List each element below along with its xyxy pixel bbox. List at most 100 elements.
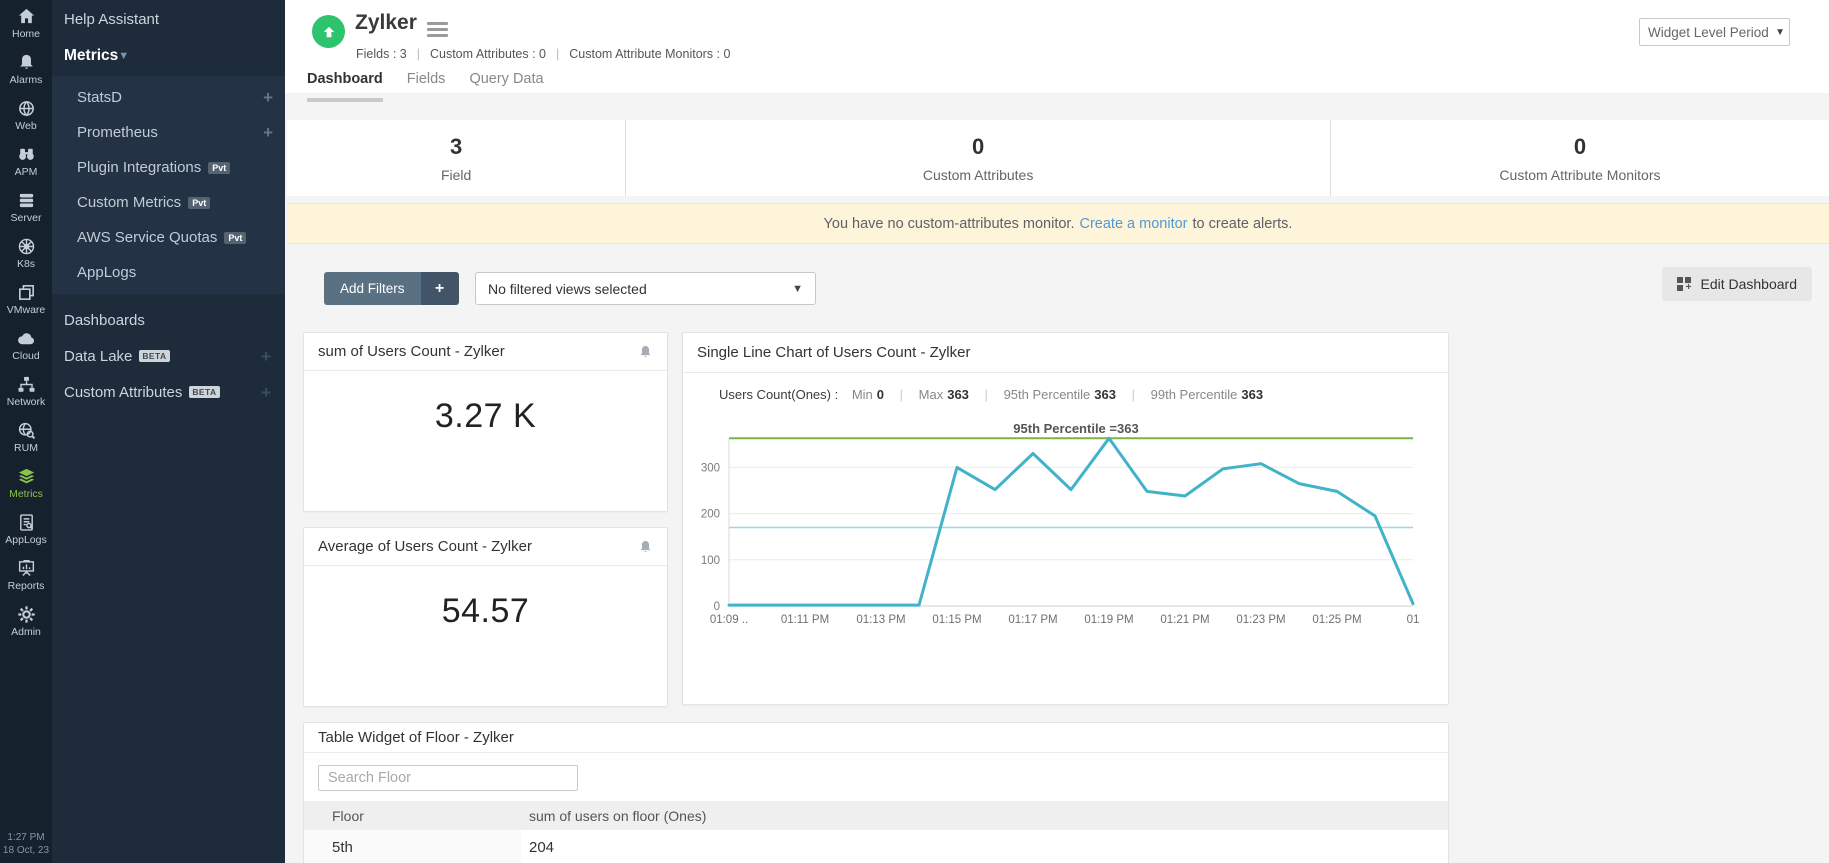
widget-title: Single Line Chart of Users Count - Zylke… [697,344,971,361]
widget-level-period-select[interactable]: Widget Level Period ▼ [1639,18,1790,46]
x-axis-tick-label: 01:15 PM [932,614,981,626]
sidebar-item-custom-metrics[interactable]: Custom Metrics Pvt [52,185,285,220]
users-count-series-line [727,436,1415,607]
rail-item-vmware[interactable]: VMware [0,276,52,322]
sidebar-item-label: Prometheus [77,124,158,141]
bell-icon[interactable] [638,344,653,360]
metrics-layers-icon [18,468,34,484]
add-filters-button[interactable]: Add Filters + [324,272,459,305]
x-axis-tick-label: 01 [1407,614,1420,626]
alert-banner: You have no custom-attributes monitor. C… [287,203,1829,244]
sidebar-item-label: Custom Metrics [77,194,182,211]
rail-item-applogs[interactable]: AppLogs [0,506,52,552]
sidebar-item-aws-service-quotas[interactable]: AWS Service Quotas Pvt [52,220,285,255]
rail-item-web[interactable]: Web [0,92,52,138]
p95-threshold-label: 95th Percentile =363 [1013,421,1138,436]
x-axis-tick-label: 01:19 PM [1084,614,1133,626]
sidebar-item-label: AppLogs [77,264,137,281]
legend-series-name: Users Count(Ones) : [719,387,839,402]
tab-dashboard[interactable]: Dashboard [307,71,383,102]
plus-icon[interactable]: + [263,89,273,106]
column-header-sum-users[interactable]: sum of users on floor (Ones) [521,801,1448,830]
rail-item-cloud[interactable]: Cloud [0,322,52,368]
network-icon [18,376,34,392]
rail-item-network[interactable]: Network [0,368,52,414]
page-header: Zylker Fields : 3 | Custom Attributes : 0 |… [285,0,1829,102]
sum-users-count-value: 3.27 K [434,397,537,435]
pvt-badge: Pvt [224,231,247,244]
stat-custom-attribute-monitors: 0 Custom Attribute Monitors [1331,120,1829,196]
widget-title: Average of Users Count - Zylker [318,538,532,555]
rail-label: APM [14,166,38,178]
clock-time: 1:27 PM [7,832,45,843]
bell-icon[interactable] [638,539,653,555]
plus-icon: + [420,272,459,305]
y-axis-tick-label: 0 [714,601,720,613]
sidebar-item-plugin-integrations[interactable]: Plugin Integrations Pvt [52,150,285,185]
edit-dashboard-button[interactable]: + Edit Dashboard [1662,267,1812,301]
rail-item-admin[interactable]: Admin [0,598,52,644]
rail-item-home[interactable]: Home [0,0,52,46]
rail-item-alarms[interactable]: Alarms [0,46,52,92]
app: Home Alarms Web APM Server K8s VMware Cl… [0,0,1829,863]
chevron-down-icon: ▼ [118,50,130,62]
applogs-document-icon [19,514,33,531]
cloud-icon [17,333,34,345]
x-axis-tick-label: 01:11 PM [781,614,829,626]
create-monitor-link[interactable]: Create a monitor [1080,216,1188,232]
sidebar-item-custom-attributes[interactable]: Custom Attributes BETA + [52,374,285,410]
home-icon [18,8,34,24]
metrics-subpanel: StatsD + Prometheus + Plugin Integration… [52,76,285,294]
sidebar-item-dashboards[interactable]: Dashboards [52,302,285,338]
sidebar-item-statsd[interactable]: StatsD + [52,80,285,115]
sidebar-item-data-lake[interactable]: Data Lake BETA + [52,338,285,374]
sum-cell: 204 [521,830,1448,863]
edit-dashboard-grid-icon: + [1677,277,1692,293]
sidebar-section-metrics[interactable]: Metrics ▼ [52,36,285,76]
edit-dashboard-label: Edit Dashboard [1700,276,1797,292]
gear-icon [17,606,35,623]
secondary-sidebar: Help Assistant Metrics ▼ StatsD + Promet… [52,0,285,863]
plus-icon[interactable]: + [261,384,271,401]
y-axis-tick-label: 100 [701,555,720,567]
menu-icon[interactable] [427,22,448,40]
sidebar-item-applogs[interactable]: AppLogs [52,255,285,290]
column-header-floor[interactable]: Floor [304,801,521,830]
custom-attributes-count: Custom Attributes : 0 [429,47,546,61]
tab-bar: Dashboard Fields Query Data [307,71,544,102]
floor-table-widget: Table Widget of Floor - Zylker Floor sum… [303,722,1449,863]
rail-label: Web [15,120,37,132]
plus-icon[interactable]: + [263,124,273,141]
rail-label: Cloud [12,350,40,362]
stat-value: 3 [449,133,463,159]
rail-label: Home [11,28,40,40]
table-row[interactable]: 5th 204 [304,830,1448,863]
x-axis-tick-label: 01:25 PM [1312,614,1361,626]
up-arrow-icon [323,26,334,37]
tab-query-data[interactable]: Query Data [469,71,543,95]
x-axis-tick-label: 01:23 PM [1236,614,1285,626]
stat-field: 3 Field [287,120,627,196]
sidebar-item-prometheus[interactable]: Prometheus + [52,115,285,150]
average-users-count-value: 54.57 [441,592,530,630]
fields-count: Fields : 3 [356,47,407,61]
floor-search-input[interactable] [318,765,578,791]
rail-item-server[interactable]: Server [0,184,52,230]
rail-item-rum[interactable]: RUM [0,414,52,460]
x-axis-tick-label: 01:13 PM [856,614,905,626]
sidebar-item-label: Plugin Integrations [77,159,202,176]
rail-item-k8s[interactable]: K8s [0,230,52,276]
plus-icon[interactable]: + [261,348,271,365]
clock: 1:27 PM 18 Oct, 23 [0,831,52,857]
y-axis-tick-label: 200 [701,509,720,521]
filtered-views-select[interactable]: No filtered views selected ▼ [475,272,816,305]
rail-item-apm[interactable]: APM [0,138,52,184]
tab-fields[interactable]: Fields [407,71,446,95]
sidebar-item-label: AWS Service Quotas [77,229,218,246]
rail-item-reports[interactable]: Reports [0,552,52,598]
sidebar-item-help-assistant[interactable]: Help Assistant [52,2,285,36]
rail-label: Server [10,212,42,224]
rail-item-metrics[interactable]: Metrics [0,460,52,506]
stat-label: Custom Attribute Monitors [1499,166,1661,183]
monitor-status-icon [312,15,345,48]
